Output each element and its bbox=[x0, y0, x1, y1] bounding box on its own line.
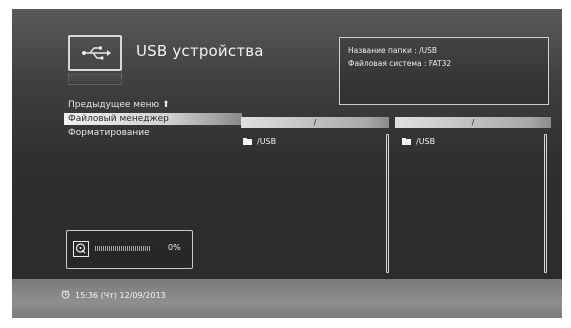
menu-item-previous[interactable]: Предыдущее меню ⬆ bbox=[68, 99, 170, 111]
datetime-text: 15:36 (Чт) 12/09/2013 bbox=[75, 291, 166, 300]
menu-item-file-manager[interactable]: Файловый менеджер bbox=[64, 113, 242, 125]
right-path-bar: / bbox=[395, 117, 551, 128]
tv-screen: USB устройства Название папки : /USB Фай… bbox=[12, 9, 562, 318]
progress-panel: 0% bbox=[66, 230, 193, 269]
progress-percent: 0% bbox=[168, 243, 181, 252]
file-system-text: Файловая система : FAT32 bbox=[348, 59, 452, 68]
folder-name-text: Название папки : /USB bbox=[348, 46, 438, 55]
left-path-bar: / bbox=[241, 117, 389, 128]
progress-bar bbox=[95, 246, 150, 251]
clock-icon bbox=[61, 290, 70, 301]
left-path-text: / bbox=[313, 118, 317, 127]
info-panel: Название папки : /USB Файловая система :… bbox=[339, 37, 549, 105]
usb-symbol-icon bbox=[82, 46, 111, 60]
page-title: USB устройства bbox=[136, 42, 264, 60]
usb-icon bbox=[68, 35, 122, 71]
usb-icon-reflection bbox=[68, 73, 122, 85]
menu-item-format[interactable]: Форматирование bbox=[68, 127, 150, 139]
right-path-text: / bbox=[471, 118, 475, 127]
status-clock: 15:36 (Чт) 12/09/2013 bbox=[61, 290, 166, 301]
folder-icon bbox=[243, 138, 252, 145]
right-folder-item[interactable]: /USB bbox=[402, 137, 435, 146]
menu-item-label: Форматирование bbox=[68, 128, 150, 138]
arrow-up-icon: ⬆ bbox=[162, 100, 170, 110]
right-pane-scrollbar[interactable] bbox=[544, 134, 547, 273]
disk-icon bbox=[73, 241, 89, 257]
right-folder-name: /USB bbox=[416, 137, 436, 146]
left-folder-item[interactable]: /USB bbox=[243, 137, 276, 146]
left-folder-name: /USB bbox=[257, 137, 277, 146]
menu-item-label: Предыдущее меню bbox=[68, 100, 160, 110]
left-pane-scrollbar[interactable] bbox=[386, 134, 389, 273]
folder-icon bbox=[402, 138, 411, 145]
menu-item-label: Файловый менеджер bbox=[68, 114, 169, 124]
